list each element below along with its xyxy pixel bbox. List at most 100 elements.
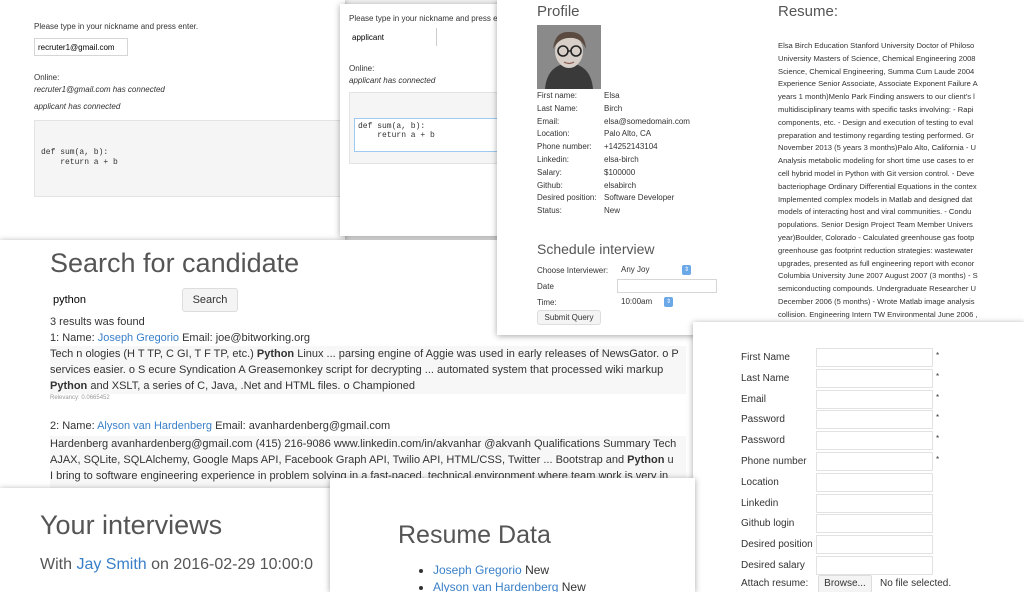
interviews-panel: Your interviews With Jay Smith on 2016-0… xyxy=(0,488,336,592)
profile-field-label: Phone number: xyxy=(537,142,592,152)
signup-field-input[interactable] xyxy=(816,431,933,451)
select-arrow-icon: ⇕ xyxy=(664,297,673,307)
signup-field-label: Linkedin xyxy=(741,497,779,509)
candidate-link[interactable]: Alyson van Hardenberg xyxy=(97,420,212,432)
resume-line: upgrades, presented as full engineering … xyxy=(778,258,975,268)
candidate-link[interactable]: Joseph Gregorio xyxy=(98,332,179,344)
code-editor[interactable]: def sum(a, b): return a + b xyxy=(34,120,345,197)
profile-field-label: Status: xyxy=(537,206,562,216)
date-input[interactable] xyxy=(617,279,717,293)
nickname-input[interactable] xyxy=(349,28,437,46)
required-marker: * xyxy=(936,434,940,444)
signup-field-input[interactable] xyxy=(816,493,933,513)
resume-line: November 2013 (5 years 3 months)Palo Alt… xyxy=(778,143,976,153)
resume-line: greenhouse gas footprint reduction strat… xyxy=(778,245,974,255)
relevancy-label: Relevancy: 0.0665452 xyxy=(50,395,110,401)
avatar-image xyxy=(537,25,601,89)
signup-field-input[interactable] xyxy=(816,348,933,367)
required-marker: * xyxy=(936,371,940,381)
page-title: Search for candidate xyxy=(50,248,300,278)
candidate-link[interactable]: Joseph Gregorio xyxy=(433,563,522,577)
signup-field-input[interactable] xyxy=(816,410,933,430)
interviewer-select[interactable]: Any Joy ⇕ xyxy=(619,263,694,277)
search-button[interactable]: Search xyxy=(182,288,238,312)
chat-panel-applicant: Please type in your nickname and press e… xyxy=(340,4,506,236)
submit-query-button[interactable]: Submit Query xyxy=(537,310,601,325)
result-snippet: Tech n ologies (H T TP, C GI, T F TP, et… xyxy=(50,346,686,394)
code-editor[interactable]: def sum(a, b): return a + b xyxy=(354,118,504,152)
interviews-title: Your interviews xyxy=(40,510,223,540)
signup-field-input[interactable] xyxy=(816,472,933,492)
resume-line: Elsa Birch Education Stanford University… xyxy=(778,41,975,50)
attach-label: Attach resume: xyxy=(741,578,809,589)
time-label: Time: xyxy=(537,298,557,307)
code-editor-wrapper: def sum(a, b): return a + b xyxy=(349,92,506,164)
nickname-input[interactable] xyxy=(34,38,128,56)
resume-line: Analysis metabolic modeling for short ti… xyxy=(778,156,974,166)
online-label: Online: xyxy=(349,64,375,73)
online-label: Online: xyxy=(34,73,60,82)
profile-field-value: Software Developer xyxy=(604,193,675,203)
profile-field-value: $100000 xyxy=(604,167,636,177)
resume-data-panel: Resume Data Joseph Gregorio New Alyson v… xyxy=(330,478,695,592)
resume-line: components, etc. - Design and execution … xyxy=(778,117,974,127)
profile-field-label: Last Name: xyxy=(537,103,578,113)
signup-field-label: Email xyxy=(741,393,767,405)
resume-line: multidisciplinary teams with specific ta… xyxy=(778,104,974,114)
interviewer-link[interactable]: Jay Smith xyxy=(76,556,146,573)
time-select[interactable]: 10:00am ⇕ xyxy=(619,295,676,309)
resume-text: Elsa Birch Education Stanford University… xyxy=(778,40,1010,334)
resume-line: University Masters of Science, Chemical … xyxy=(778,53,976,63)
search-input[interactable] xyxy=(50,288,175,312)
resume-data-list: Joseph Gregorio New Alyson van Hardenber… xyxy=(433,562,586,592)
code-line: return a + b xyxy=(41,158,118,167)
signup-field-input[interactable] xyxy=(816,556,933,575)
resume-line: collision. Engineering Intern TW Environ… xyxy=(778,309,978,319)
required-marker: * xyxy=(936,455,940,464)
resume-line: preparation and testimony regarding test… xyxy=(778,130,974,140)
signup-panel: First Name * Last Name * Email * Password * Pass… xyxy=(693,322,1024,592)
required-marker: * xyxy=(936,413,940,423)
resume-line: Experience Senior Associate, Associate E… xyxy=(778,79,978,89)
signup-field-label: Location xyxy=(741,476,779,488)
avatar xyxy=(537,25,601,89)
file-status: No file selected. xyxy=(880,578,952,589)
signup-field-label: Password xyxy=(741,435,785,447)
browse-button[interactable]: Browse... xyxy=(818,575,872,592)
profile-field-label: Email: xyxy=(537,116,560,126)
connected-message: applicant has connected xyxy=(349,76,436,85)
nickname-prompt: Please type in your nickname and press e… xyxy=(34,22,199,31)
signup-field-input[interactable] xyxy=(816,389,933,409)
result-header: 2: Name: Alyson van Hardenberg Email: av… xyxy=(50,420,391,432)
signup-field-input[interactable] xyxy=(816,535,933,555)
connected-message: recruter1@gmail.com has connected xyxy=(34,85,165,94)
interview-entry: With Jay Smith on 2016-02-29 10:00:0 xyxy=(40,556,314,573)
profile-title: Profile xyxy=(537,3,580,20)
interviewer-label: Choose Interviewer: xyxy=(537,266,609,275)
resume-data-title: Resume Data xyxy=(398,521,551,549)
profile-field-value: New xyxy=(604,206,621,216)
resume-line: semiconducting compounds. Undergraduate … xyxy=(778,284,976,294)
profile-field-label: Linkedin: xyxy=(537,154,570,164)
profile-field-label: Github: xyxy=(537,180,563,190)
profile-field-label: First name: xyxy=(537,91,578,100)
code-line: def sum(a, b): xyxy=(358,122,426,131)
profile-field-value: elsa-birch xyxy=(604,154,639,164)
signup-field-label: Desired position xyxy=(741,539,813,551)
code-line: return a + b xyxy=(358,131,435,140)
signup-field-input[interactable] xyxy=(816,368,933,388)
required-marker: * xyxy=(936,351,940,360)
list-item: Alyson van Hardenberg New xyxy=(433,579,586,592)
profile-field-value: elsabirch xyxy=(604,180,637,190)
candidate-link[interactable]: Alyson van Hardenberg xyxy=(433,580,558,592)
result-header: 1: Name: Joseph Gregorio Email: joe@bitw… xyxy=(50,332,311,344)
signup-field-label: Desired salary xyxy=(741,560,805,571)
required-marker: * xyxy=(936,392,940,402)
profile-field-value: Elsa xyxy=(604,91,620,100)
resume-line: models of interacting host and viral com… xyxy=(778,207,972,217)
list-item: Joseph Gregorio New xyxy=(433,562,586,579)
connected-message: applicant has connected xyxy=(34,102,121,111)
signup-field-input[interactable] xyxy=(816,452,933,471)
signup-field-input[interactable] xyxy=(816,514,933,534)
profile-field-value: elsa@somedomain.com xyxy=(604,116,690,126)
